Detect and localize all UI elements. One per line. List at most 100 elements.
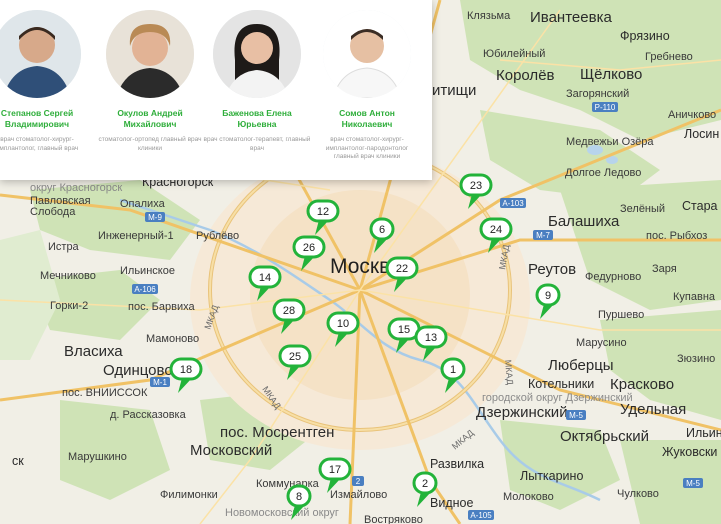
clinic-marker-label: 13	[425, 332, 437, 344]
clinic-marker-label: 2	[422, 478, 428, 490]
label-vostryakovo: Востряково	[364, 514, 423, 524]
clinic-marker-label: 12	[317, 206, 329, 218]
clinic-marker-label: 6	[379, 224, 385, 236]
shield-m9: М-9	[145, 212, 165, 222]
shield-m7: М-7	[533, 230, 553, 240]
label-zarya: Заря	[652, 263, 677, 275]
label-rublevo: Рублёво	[196, 230, 239, 242]
label-fryazino: Фрязино	[620, 29, 670, 43]
label-staraya: Стара	[682, 199, 718, 213]
doctor-card[interactable]: Сомов Антон Николаевич врач стоматолог-х…	[313, 10, 421, 162]
svg-text:М-5: М-5	[569, 411, 583, 420]
label-yubileyny: Юбилейный	[483, 48, 545, 60]
shield-r110: Р-110	[592, 102, 618, 112]
label-kupavna: Купавна	[673, 291, 716, 303]
label-zhukovsky: Жуковски	[662, 445, 717, 459]
shield-m5a: М-5	[566, 410, 586, 420]
label-kommunarka: Коммунарка	[256, 478, 320, 490]
label-shchelkovo: Щёлково	[580, 66, 642, 83]
label-istra: Истра	[48, 241, 80, 253]
clinic-marker-label: 24	[490, 224, 502, 236]
svg-text:А-106: А-106	[134, 285, 156, 294]
label-gorod-okrug: городской округ Дзержинский	[482, 392, 633, 404]
shield-a103: А-103	[500, 198, 526, 208]
label-moskovsky: Московский	[190, 442, 272, 459]
doctor-role: врач стоматолог-хирург-имплантолог-парод…	[325, 136, 409, 160]
doctor-name: Сомов Антон Николаевич	[339, 108, 395, 129]
label-chulkovo: Чулково	[617, 488, 659, 500]
label-mechnikovo: Мечниково	[40, 270, 96, 282]
doctor-role: стоматолог-ортопед главный врач клиники	[98, 136, 202, 152]
label-dolgoe: Долгое Ледово	[565, 167, 641, 179]
svg-text:2: 2	[356, 477, 361, 486]
label-reutov: Реутов	[528, 261, 576, 278]
svg-text:А-105: А-105	[470, 511, 492, 520]
label-zagoryansky: Загорянский	[566, 88, 629, 100]
label-ivanteevka: Ивантеевка	[530, 9, 612, 26]
doctor-card[interactable]: Степанов Сергей Владимирович врач стомат…	[0, 10, 91, 153]
label-kraskovo: Красково	[610, 376, 674, 393]
label-oktyabrsky: Октябрьский	[560, 428, 649, 445]
clinic-marker-label: 25	[289, 351, 301, 363]
label-kotelniki: Котельники	[528, 377, 594, 391]
shield-a106: А-106	[132, 284, 158, 294]
label-filimonki: Филимонки	[160, 489, 218, 501]
doctor-name: Степанов Сергей Владимирович	[0, 108, 74, 129]
clinic-marker-label: 22	[396, 263, 408, 275]
label-molokovo: Молоково	[503, 491, 554, 503]
shield-m5b: М-5	[683, 478, 703, 488]
label-ilyinskoe: Ильинское	[120, 265, 175, 277]
label-vniissok: пос. ВНИИССОК	[62, 387, 148, 399]
label-mosrentgen: пос. Мосрентген	[220, 424, 334, 441]
doctor-card[interactable]: Баженова Елена Юрьевна врач стоматолог-т…	[203, 10, 311, 153]
label-vidnoe: Видное	[430, 496, 473, 510]
label-odintsovo: Одинцово	[103, 362, 173, 379]
clinic-marker-label: 9	[545, 290, 551, 302]
label-rasskazovka: д. Рассказовка	[110, 409, 187, 421]
label-opalikha: Опалиха	[120, 198, 166, 210]
doctor-card[interactable]: Окулов Андрей Михайлович стоматолог-орто…	[96, 10, 204, 153]
doctor-avatar	[0, 10, 81, 98]
label-gorki: Горки-2	[50, 300, 88, 312]
clinic-marker-label: 15	[398, 324, 410, 336]
label-mamonovo: Мамоново	[146, 333, 199, 345]
label-zeleny: Зелёный	[620, 203, 665, 215]
clinic-marker-label: 23	[470, 180, 482, 192]
label-vlasikha: Власиха	[64, 343, 123, 360]
label-korolev: Королёв	[496, 67, 555, 84]
doctor-avatar	[213, 10, 301, 98]
label-grebnevo: Гребнево	[645, 51, 693, 63]
label-klyazma: Клязьма	[467, 10, 511, 22]
shield-m1: М-1	[150, 377, 170, 387]
label-krasnogorsk-district: округ Красногорск	[30, 182, 122, 194]
shield-m2: 2	[352, 476, 364, 486]
label-zyuzino: Зюзино	[677, 353, 715, 365]
clinic-marker-label: 14	[259, 272, 271, 284]
clinic-marker-label: 8	[296, 491, 302, 503]
label-razvilka: Развилка	[430, 457, 484, 471]
doctor-avatar	[323, 10, 411, 98]
doctor-avatar	[106, 10, 194, 98]
svg-text:М-9: М-9	[148, 213, 162, 222]
label-purshevo: Пуршево	[598, 309, 644, 321]
label-sk: ск	[12, 454, 24, 468]
label-izmailovo: Измайлово	[330, 489, 387, 501]
doctor-name: Баженова Елена Юрьевна	[222, 108, 292, 129]
doctor-role: врач стоматолог-терапевт, главный врач	[203, 136, 311, 152]
label-marushkino: Марушкино	[68, 451, 127, 463]
doctor-role: врач стоматолог-хирург-имплантолог, глав…	[0, 136, 79, 152]
label-novomoskovsky: Новомосковский округ	[225, 507, 339, 519]
label-barvikha: пос. Барвиха	[128, 301, 196, 313]
label-balashikha: Балашиха	[548, 213, 620, 230]
label-marusino: Марусино	[576, 337, 627, 349]
label-lytkarino: Лыткарино	[520, 469, 583, 483]
doctors-panel: Степанов Сергей Владимирович врач стомат…	[0, 0, 432, 180]
label-inzhenerny: Инженерный-1	[98, 230, 174, 242]
label-medvezhi: Медвежьи Озёра	[566, 136, 654, 148]
label-mytishchi: итищи	[432, 82, 476, 99]
shield-a105: А-105	[468, 510, 494, 520]
label-lyubertsy: Люберцы	[548, 357, 614, 374]
label-sloboda: Слобода	[30, 206, 76, 218]
label-ilin: Ильин	[686, 426, 721, 440]
clinic-marker-label: 10	[337, 318, 349, 330]
